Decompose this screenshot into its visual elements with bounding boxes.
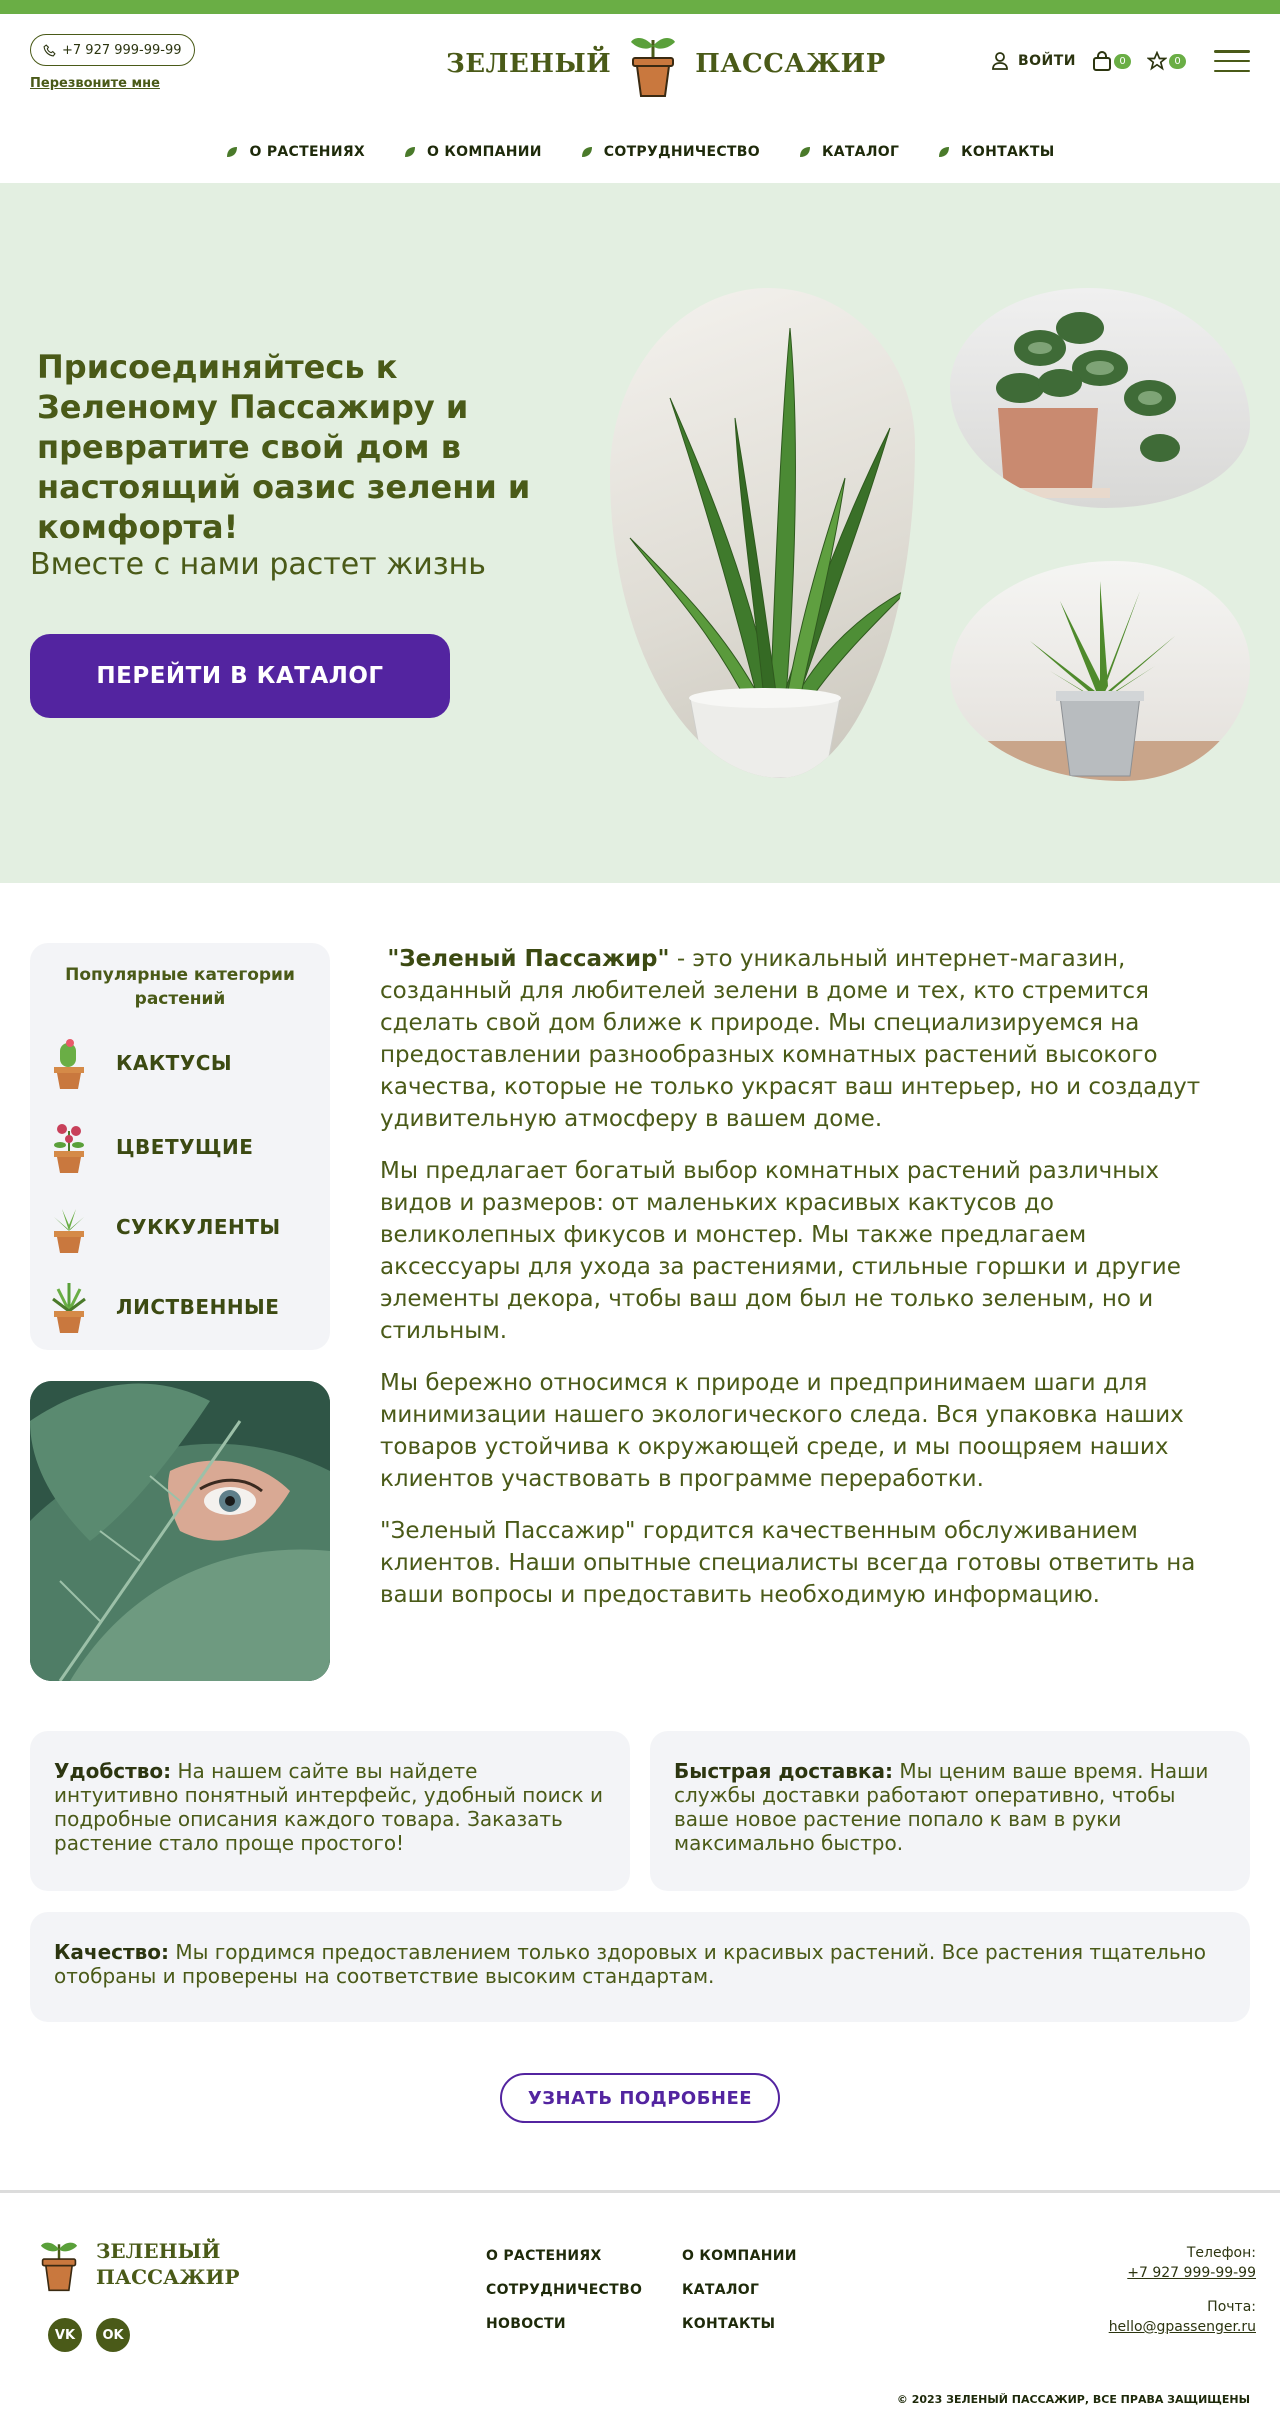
logo-word-left: ЗЕЛЕНЫЙ <box>446 49 612 79</box>
leaf-icon <box>581 147 592 157</box>
brand-name: "Зеленый Пассажир" <box>387 946 670 972</box>
flower-pot-icon <box>54 1124 84 1173</box>
about-paragraph-1-text: - это уникальный интернет-магазин, созда… <box>380 946 1201 1132</box>
footer-link-news[interactable]: НОВОСТИ <box>486 2316 682 2332</box>
about-text: "Зеленый Пассажир" - это уникальный инте… <box>380 943 1220 1631</box>
login-button[interactable]: ВОЙТИ <box>992 52 1076 70</box>
user-icon <box>992 52 1008 70</box>
login-label: ВОЙТИ <box>1017 53 1076 69</box>
feature-title: Быстрая доставка: <box>674 1759 893 1783</box>
footer-links: О РАСТЕНИЯХ О КОМПАНИИ СОТРУДНИЧЕСТВО КА… <box>486 2248 862 2332</box>
nav-item-catalog[interactable]: КАТАЛОГ <box>798 144 899 160</box>
email-label: Почта: <box>1207 2299 1256 2315</box>
copyright: © 2023 ЗЕЛЕНЫЙ ПАССАЖИР, ВСЕ ПРАВА ЗАЩИЩ… <box>896 2393 1250 2406</box>
hero-title: Присоединяйтесь к Зеленому Пассажиру и п… <box>37 348 531 546</box>
feature-text: Мы гордимся предоставлением только здоро… <box>54 1940 1206 1988</box>
leaf-icon <box>939 147 950 157</box>
nav-label: СОТРУДНИЧЕСТВО <box>603 144 760 160</box>
leaf-icon <box>799 147 810 157</box>
category-leafy[interactable]: ЛИСТВЕННЫЕ <box>48 1279 279 1335</box>
feature-fast-delivery: Быстрая доставка: Мы ценим ваше время. Н… <box>650 1731 1250 1891</box>
categories-title: Популярные категории растений <box>65 965 295 1009</box>
small-plant-image <box>950 561 1250 781</box>
hero-subtitle: Вместе с нами растет жизнь <box>30 547 486 582</box>
plant-pot-logo-icon <box>631 38 676 97</box>
cactus-pot-icon <box>54 1039 84 1089</box>
feature-quality: Качество: Мы гордимся предоставлением то… <box>30 1912 1250 2022</box>
main-nav: О РАСТЕНИЯХ О КОМПАНИИ СОТРУДНИЧЕСТВО КА… <box>0 122 1280 182</box>
eye-behind-leaf-photo <box>30 1381 330 1681</box>
feature-convenience: Удобство: На нашем сайте вы найдете инту… <box>30 1731 630 1891</box>
footer-link-about-plants[interactable]: О РАСТЕНИЯХ <box>486 2248 682 2264</box>
category-label: КАКТУСЫ <box>116 1051 233 1075</box>
categories-panel: Популярные категории растений КАКТУСЫ ЦВ… <box>30 943 330 1350</box>
about-paragraph-3: Мы бережно относимся к природе и предпри… <box>380 1370 1184 1492</box>
footer-link-catalog[interactable]: КАТАЛОГ <box>682 2282 862 2298</box>
cart-count-badge: 0 <box>1114 53 1131 69</box>
footer-logo[interactable]: ЗЕЛЕНЫЙ ПАССАЖИР <box>36 2233 239 2295</box>
phone-label: Телефон: <box>1186 2245 1256 2261</box>
cart-button[interactable]: 0 <box>1092 51 1131 71</box>
category-label: СУККУЛЕНТЫ <box>116 1215 281 1239</box>
footer-link-cooperation[interactable]: СОТРУДНИЧЕСТВО <box>486 2282 682 2298</box>
category-label: ЛИСТВЕННЫЕ <box>116 1295 280 1319</box>
about-paragraph-4: "Зеленый Пассажир" гордится качественным… <box>380 1518 1196 1608</box>
nav-label: КАТАЛОГ <box>821 144 900 160</box>
social-links: VK OK <box>48 2318 130 2352</box>
nav-item-cooperation[interactable]: СОТРУДНИЧЕСТВО <box>580 144 760 160</box>
category-cacti[interactable]: КАКТУСЫ <box>48 1035 232 1091</box>
catalog-button[interactable]: ПЕРЕЙТИ В КАТАЛОГ <box>30 634 450 718</box>
phone-pill[interactable]: +7 927 999-99-99 <box>30 34 195 66</box>
nav-label: О КОМПАНИИ <box>427 144 542 160</box>
footer-link-contacts[interactable]: КОНТАКТЫ <box>682 2316 862 2332</box>
header-actions: ВОЙТИ 0 0 <box>992 50 1250 72</box>
feature-title: Удобство: <box>54 1759 172 1783</box>
bag-icon <box>1093 51 1111 71</box>
nav-item-about-company[interactable]: О КОМПАНИИ <box>403 144 542 160</box>
favorites-button[interactable]: 0 <box>1147 51 1186 71</box>
potted-plant-image <box>950 288 1250 508</box>
footer: ЗЕЛЕНЫЙ ПАССАЖИР VK OK О РАСТЕНИЯХ О КОМ… <box>0 2190 1280 2430</box>
footer-email-link[interactable]: hello@gpassenger.ru <box>1109 2317 1256 2337</box>
learn-more-button[interactable]: УЗНАТЬ ПОДРОБНЕЕ <box>500 2073 780 2123</box>
nav-label: О РАСТЕНИЯХ <box>249 144 366 160</box>
phone-number: +7 927 999-99-99 <box>62 42 182 58</box>
star-icon <box>1147 51 1167 71</box>
callback-link[interactable]: Перезвоните мне <box>30 76 160 91</box>
footer-logo-line: ЗЕЛЕНЫЙ <box>96 2239 221 2263</box>
top-accent-bar <box>0 0 1280 14</box>
footer-logo-line: ПАССАЖИР <box>96 2265 240 2289</box>
logo-word-right: ПАССАЖИР <box>695 49 886 79</box>
feature-title: Качество: <box>54 1940 169 1964</box>
phone-icon <box>43 43 56 56</box>
footer-link-about-company[interactable]: О КОМПАНИИ <box>682 2248 862 2264</box>
leaf-icon <box>227 147 238 157</box>
odnoklassniki-icon[interactable]: OK <box>96 2318 130 2352</box>
category-flowering[interactable]: ЦВЕТУЩИЕ <box>48 1119 253 1175</box>
category-succulents[interactable]: СУККУЛЕНТЫ <box>48 1199 281 1255</box>
logo[interactable]: ЗЕЛЕНЫЙ ПАССАЖИР <box>446 28 886 100</box>
menu-burger-icon[interactable] <box>1214 50 1250 72</box>
nav-item-contacts[interactable]: КОНТАКТЫ <box>937 144 1054 160</box>
succulent-pot-icon <box>54 1209 84 1253</box>
leaf-icon <box>405 147 416 157</box>
nav-label: КОНТАКТЫ <box>961 144 1055 160</box>
snake-plant-image <box>610 288 915 778</box>
about-paragraph-1: "Зеленый Пассажир" - это уникальный инте… <box>380 943 1220 1135</box>
nav-item-about-plants[interactable]: О РАСТЕНИЯХ <box>225 144 365 160</box>
footer-phone-link[interactable]: +7 927 999-99-99 <box>1109 2263 1256 2283</box>
vk-icon[interactable]: VK <box>48 2318 82 2352</box>
footer-contacts: Телефон: +7 927 999-99-99 Почта: hello@g… <box>1109 2243 1256 2351</box>
category-label: ЦВЕТУЩИЕ <box>116 1135 254 1159</box>
about-paragraph-2: Мы предлагает богатый выбор комнатных ра… <box>380 1158 1181 1344</box>
hero-section: Присоединяйтесь к Зеленому Пассажиру и п… <box>0 183 1280 883</box>
plant-pot-logo-icon <box>40 2242 78 2292</box>
leafy-pot-icon <box>52 1283 86 1333</box>
footer-logo-text: ЗЕЛЕНЫЙ ПАССАЖИР <box>96 2238 239 2290</box>
favorites-count-badge: 0 <box>1169 53 1186 69</box>
